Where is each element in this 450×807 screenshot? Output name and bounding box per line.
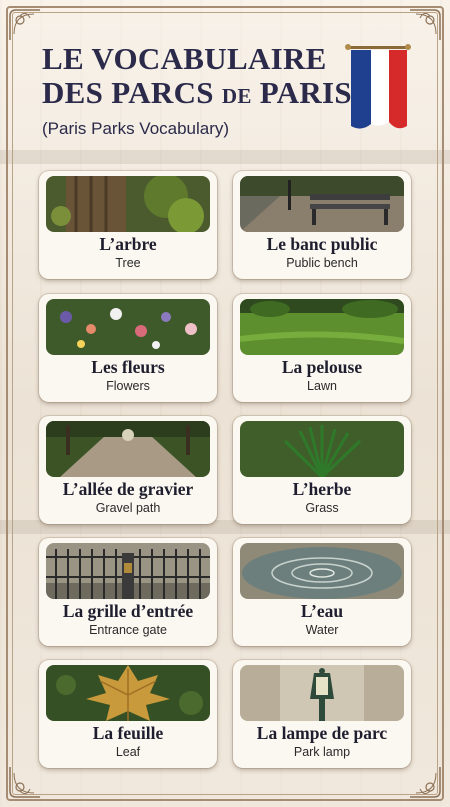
vocab-card-tree: L’arbre Tree (39, 171, 217, 279)
vocab-card-bench: Le banc public Public bench (233, 171, 411, 279)
gate-image (46, 543, 210, 599)
flag-white (371, 50, 389, 126)
grass-image (240, 421, 404, 477)
vocab-card-leaf: La feuille Leaf (39, 660, 217, 768)
card-french-label: Les fleurs (91, 357, 165, 377)
vocab-card-lamp: La lampe de parc Park lamp (233, 660, 411, 768)
lamp-image (240, 665, 404, 721)
card-french-label: L’eau (300, 601, 344, 621)
corner-ornament-icon (408, 765, 442, 799)
card-english-label: Entrance gate (89, 623, 167, 637)
title-line-1: LE VOCABULAIRE (42, 41, 327, 76)
corner-ornament-icon (408, 8, 442, 42)
title-block: LE VOCABULAIRE DES PARCS DE PARIS (Paris… (42, 41, 352, 139)
card-french-label: Le banc public (266, 234, 378, 254)
subtitle: (Paris Parks Vocabulary) (42, 119, 230, 138)
card-french-label: La grille d’entrée (62, 601, 194, 621)
vocab-card-water: L’eau Water (233, 538, 411, 646)
card-english-label: Grass (305, 501, 339, 515)
corner-ornament-icon (8, 765, 42, 799)
card-english-label: Public bench (286, 256, 358, 270)
card-english-label: Water (305, 623, 339, 637)
bench-image (240, 176, 404, 232)
tree-image (46, 176, 210, 232)
lawn-image (240, 299, 404, 355)
vocab-card-flowers: Les fleurs Flowers (39, 294, 217, 402)
card-french-label: L’arbre (99, 234, 157, 254)
leaf-image (46, 665, 210, 721)
card-english-label: Gravel path (95, 501, 161, 515)
card-french-label: La lampe de parc (256, 723, 388, 743)
vocab-card-gravel-path: L’allée de gravier Gravel path (39, 416, 217, 524)
corner-ornament-icon (8, 8, 42, 42)
flag-red (389, 50, 407, 129)
card-english-label: Park lamp (293, 745, 351, 759)
vocab-card-lawn: La pelouse Lawn (233, 294, 411, 402)
vocab-card-grass: L’herbe Grass (233, 416, 411, 524)
card-french-label: La pelouse (281, 357, 363, 377)
flag-blue (351, 50, 371, 129)
card-french-label: La feuille (92, 723, 164, 743)
card-english-label: Tree (115, 256, 141, 270)
card-english-label: Lawn (307, 379, 337, 393)
flowers-image (46, 299, 210, 355)
french-flag-icon (345, 44, 411, 129)
card-english-label: Leaf (115, 745, 141, 759)
card-french-label: L’allée de gravier (62, 479, 194, 499)
vocab-card-gate: La grille d’entrée Entrance gate (39, 538, 217, 646)
gravel-path-image (46, 421, 210, 477)
water-image (240, 543, 404, 599)
card-french-label: L’herbe (292, 479, 352, 499)
card-english-label: Flowers (106, 379, 150, 393)
title-line-2: DES PARCS DE PARIS (42, 75, 352, 110)
